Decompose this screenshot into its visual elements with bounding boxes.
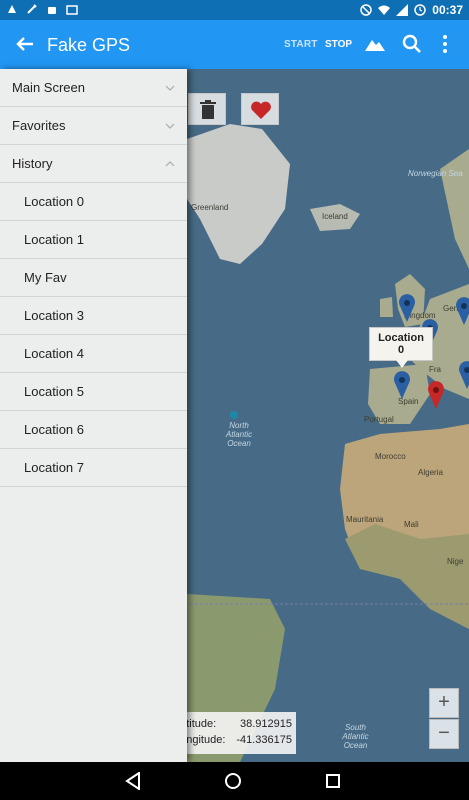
trash-icon xyxy=(200,100,216,119)
selected-map-pin[interactable] xyxy=(427,381,445,409)
location-callout[interactable]: Location 0 xyxy=(369,327,433,368)
store-icon xyxy=(66,5,78,15)
nav-recents-icon[interactable] xyxy=(326,774,340,788)
label-south-atlantic: South Atlantic Ocean xyxy=(342,723,369,750)
chevron-down-icon xyxy=(165,123,175,129)
system-nav-bar xyxy=(0,762,469,800)
history-item[interactable]: My Fav xyxy=(0,259,187,297)
favorite-button[interactable] xyxy=(241,93,279,125)
search-icon[interactable] xyxy=(402,34,422,54)
label-morocco: Morocco xyxy=(375,452,406,461)
delete-button[interactable] xyxy=(188,93,226,125)
history-item-label: Location 5 xyxy=(24,384,84,399)
history-item-label: My Fav xyxy=(24,270,67,285)
history-item[interactable]: Location 6 xyxy=(0,411,187,449)
wrench-icon xyxy=(27,4,37,14)
history-item[interactable]: Location 4 xyxy=(0,335,187,373)
label-norwegian-sea: Norwegian Sea xyxy=(408,169,463,178)
app-title: Fake GPS xyxy=(47,35,131,55)
callout-label: Location 0 xyxy=(378,332,424,356)
history-item-label: Location 6 xyxy=(24,422,84,437)
wifi-icon xyxy=(378,5,391,15)
heart-icon xyxy=(251,101,271,119)
drawer-section-history[interactable]: History xyxy=(0,145,187,183)
map-pin[interactable] xyxy=(455,297,469,325)
back-arrow-icon[interactable] xyxy=(14,33,36,55)
status-time: 00:37 xyxy=(432,3,463,17)
label-niger: Nige xyxy=(447,557,464,566)
history-item-label: Location 3 xyxy=(24,308,84,323)
history-item-label: Location 4 xyxy=(24,346,84,361)
drawer-section-label: Main Screen xyxy=(12,80,85,95)
history-item[interactable]: Location 0 xyxy=(0,183,187,221)
nav-home-icon[interactable] xyxy=(225,773,241,789)
map-pin[interactable] xyxy=(398,294,416,322)
do-not-disturb-icon xyxy=(360,4,373,16)
chevron-down-icon xyxy=(165,85,175,91)
status-bar: 00:37 xyxy=(0,0,469,20)
history-item[interactable]: Location 7 xyxy=(0,449,187,487)
drawer-section-favorites[interactable]: Favorites xyxy=(0,107,187,145)
signal-icon xyxy=(396,4,409,16)
start-button[interactable]: START xyxy=(284,39,318,50)
label-north-atlantic: North Atlantic Ocean xyxy=(225,421,253,448)
label-mali: Mali xyxy=(404,520,419,529)
label-portugal: Portugal xyxy=(364,415,394,424)
label-mauritania: Mauritania xyxy=(346,515,384,524)
drawer-section-main-screen[interactable]: Main Screen xyxy=(0,69,187,107)
longitude-value: -41.336175 xyxy=(236,734,292,746)
drawer-section-label: Favorites xyxy=(12,118,66,133)
history-item[interactable]: Location 3 xyxy=(0,297,187,335)
label-algeria: Algeria xyxy=(418,468,443,477)
terrain-icon[interactable] xyxy=(365,36,385,52)
latitude-value: 38.912915 xyxy=(240,718,292,730)
nav-back-icon[interactable] xyxy=(125,772,141,790)
label-france: Fra xyxy=(429,365,441,374)
drawer-section-label: History xyxy=(12,156,53,171)
history-item-label: Location 0 xyxy=(24,194,84,209)
history-item-label: Location 1 xyxy=(24,232,84,247)
history-item[interactable]: Location 1 xyxy=(0,221,187,259)
label-iceland: Iceland xyxy=(322,212,348,221)
app-bar: Fake GPS START STOP xyxy=(0,20,469,69)
history-item-label: Location 7 xyxy=(24,460,84,475)
chevron-up-icon xyxy=(165,160,175,166)
navigation-drawer: Main Screen Favorites History Location 0… xyxy=(0,69,187,762)
history-item[interactable]: Location 5 xyxy=(0,373,187,411)
clock-icon xyxy=(414,4,427,16)
coordinates-panel: Latitude: 38.912915 Longitude: -41.336175 xyxy=(170,712,296,754)
map-pin[interactable] xyxy=(458,361,469,389)
stop-button[interactable]: STOP xyxy=(325,39,352,50)
overflow-menu-icon[interactable] xyxy=(438,34,452,54)
zoom-out-button[interactable]: − xyxy=(429,719,459,749)
label-greenland: Greenland xyxy=(191,203,229,212)
notification-icon xyxy=(8,5,16,13)
current-location-dot xyxy=(230,411,238,419)
android-icon xyxy=(48,7,56,14)
zoom-in-button[interactable]: + xyxy=(429,688,459,718)
map-pin[interactable] xyxy=(393,371,411,399)
